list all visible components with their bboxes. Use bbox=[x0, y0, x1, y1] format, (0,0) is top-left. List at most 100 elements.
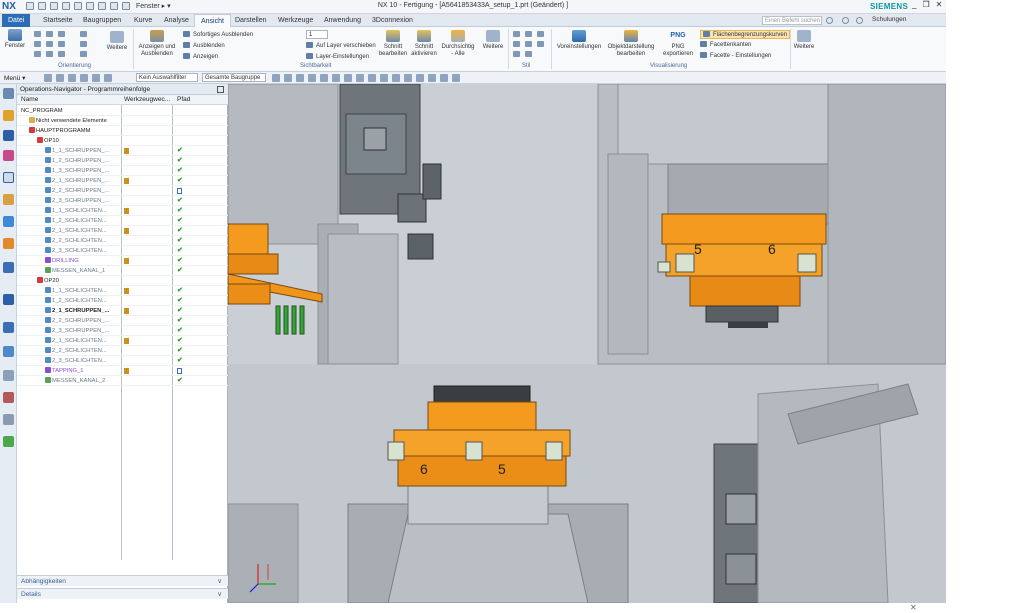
operation-row[interactable]: 2_1_SCHRUPPEN_... ✔ bbox=[17, 176, 228, 186]
tab-anwendung[interactable]: Anwendung bbox=[318, 14, 367, 27]
undo-icon[interactable] bbox=[38, 2, 46, 10]
facet-edges-item[interactable]: Facettenkanten bbox=[700, 41, 751, 48]
cut-icon[interactable] bbox=[62, 2, 70, 10]
maximize-icon[interactable] bbox=[217, 86, 224, 93]
column-path[interactable]: Pfad bbox=[177, 95, 190, 105]
partial-shaded-icon[interactable] bbox=[525, 51, 532, 57]
operation-row[interactable]: 2_3_SCHRUPPEN_... ✔ bbox=[17, 196, 228, 206]
clock-icon[interactable] bbox=[3, 322, 14, 333]
snap-center-icon[interactable] bbox=[296, 74, 304, 82]
tree-root-row[interactable]: NC_PROGRAM bbox=[17, 106, 228, 116]
schulungen-link[interactable]: Schulungen bbox=[872, 16, 906, 23]
facet-settings-item[interactable]: Facette - Einstellungen bbox=[700, 52, 771, 59]
face-boundary-curves-item[interactable]: Flächenbegrenzungskurven bbox=[700, 30, 791, 39]
program-group-row[interactable]: HAUPTPROGRAMM bbox=[17, 126, 228, 136]
lasso-icon[interactable] bbox=[368, 74, 376, 82]
restore-button[interactable]: ❐ bbox=[922, 0, 929, 9]
system-scenes-icon[interactable] bbox=[3, 414, 14, 425]
system-materials-icon[interactable] bbox=[3, 346, 14, 357]
rectangle-select-icon[interactable] bbox=[356, 74, 364, 82]
chevron-down-icon[interactable]: ∨ bbox=[217, 576, 222, 587]
view-right-icon[interactable] bbox=[58, 31, 65, 37]
visibility-more-button[interactable]: Weitere bbox=[480, 30, 506, 51]
pointer-icon[interactable] bbox=[104, 74, 112, 82]
section-view-icon[interactable] bbox=[440, 74, 448, 82]
settings-icon[interactable] bbox=[3, 88, 14, 99]
view-bottom-icon[interactable] bbox=[46, 41, 53, 47]
operation-row[interactable]: 2_1_SCHLICHTEN... ✔ bbox=[17, 336, 228, 346]
operation-row[interactable]: 1_1_SCHLICHTEN... ✔ bbox=[17, 206, 228, 216]
assembly-scope-select[interactable]: Gesamte Baugruppe bbox=[202, 73, 266, 82]
save-icon[interactable] bbox=[26, 2, 34, 10]
hide-item[interactable]: Ausblenden bbox=[183, 42, 225, 49]
static-wireframe-icon[interactable] bbox=[513, 51, 520, 57]
activate-section-button[interactable]: Schnitt aktivieren bbox=[410, 30, 438, 58]
program-order-icon[interactable] bbox=[3, 110, 14, 121]
shaded-edges-icon[interactable] bbox=[513, 31, 520, 37]
studio-icon[interactable] bbox=[525, 41, 532, 47]
snap-point-icon[interactable] bbox=[332, 74, 340, 82]
snap-endpoint-icon[interactable] bbox=[272, 74, 280, 82]
show-item[interactable]: Anzeigen bbox=[183, 53, 218, 60]
orientation-more-button[interactable]: Weitere bbox=[104, 31, 130, 52]
shaded-icon[interactable] bbox=[525, 31, 532, 37]
operation-row[interactable]: 2_1_SCHLICHTEN... ✔ bbox=[17, 226, 228, 236]
machine-tool-icon[interactable] bbox=[3, 130, 14, 141]
view-fit-icon[interactable] bbox=[58, 51, 65, 57]
zoom-icon[interactable] bbox=[80, 31, 87, 37]
operation-row[interactable]: 1_2_SCHLICHTEN... ✔ bbox=[17, 296, 228, 306]
window-menu[interactable]: Fenster ▸ ▾ bbox=[136, 2, 171, 10]
edit-object-display-button[interactable]: Objektdarstellung bearbeiten bbox=[606, 30, 656, 58]
visualization-more-button[interactable]: Weitere bbox=[792, 30, 816, 51]
pan-icon[interactable] bbox=[80, 51, 87, 57]
snap-arc-icon[interactable] bbox=[344, 74, 352, 82]
zoom-icon[interactable] bbox=[392, 74, 400, 82]
help-icon[interactable] bbox=[842, 17, 849, 24]
tab-3dconnexion[interactable]: 3Dconnexion bbox=[366, 14, 419, 27]
minimize-button[interactable]: _ bbox=[912, 0, 916, 9]
operation-row[interactable]: 1_2_SCHLICHTEN... ✔ bbox=[17, 216, 228, 226]
filter-icon[interactable] bbox=[80, 74, 88, 82]
tab-ansicht[interactable]: Ansicht bbox=[194, 14, 231, 27]
tab-darstellen[interactable]: Darstellen bbox=[229, 14, 273, 27]
column-tool-change[interactable]: Werkzeugwec... bbox=[124, 95, 170, 105]
png-export-button[interactable]: PNG PNG exportieren bbox=[660, 30, 696, 58]
view-fit-icon[interactable] bbox=[380, 74, 388, 82]
tab-kurve[interactable]: Kurve bbox=[128, 14, 158, 27]
view-iso-icon[interactable] bbox=[34, 51, 41, 57]
tab-datei[interactable]: Datei bbox=[2, 14, 31, 27]
home-icon[interactable] bbox=[856, 17, 863, 24]
program-group-row[interactable]: OP20 bbox=[17, 276, 228, 286]
touch-icon[interactable] bbox=[3, 436, 14, 447]
selection-icon[interactable] bbox=[110, 2, 118, 10]
reuse-library-icon[interactable] bbox=[3, 238, 14, 249]
instant-hide-item[interactable]: Sofortiges Ausblenden bbox=[183, 31, 253, 38]
switch-window-icon[interactable] bbox=[122, 2, 130, 10]
snap-icon[interactable] bbox=[68, 74, 76, 82]
tab-startseite[interactable]: Startseite bbox=[37, 14, 79, 27]
shading-icon[interactable] bbox=[416, 74, 424, 82]
move-to-layer-item[interactable]: Auf Layer verschieben bbox=[306, 42, 376, 49]
graphics-window[interactable]: 5 6 6 5 bbox=[228, 84, 946, 603]
command-search-input[interactable]: Einen Befehl suchen bbox=[762, 16, 822, 25]
operation-row[interactable]: 1_2_SCHRUPPEN_... ✔ bbox=[17, 156, 228, 166]
operation-navigator-icon[interactable] bbox=[3, 172, 14, 183]
machining-method-icon[interactable] bbox=[3, 194, 14, 205]
cad-scene[interactable]: 5 6 6 5 bbox=[228, 84, 946, 603]
view-front-icon[interactable] bbox=[34, 31, 41, 37]
edit-section-button[interactable]: Schnitt bearbeiten bbox=[378, 30, 408, 58]
transparent-all-button[interactable]: Durchsichtig - Alle bbox=[440, 30, 476, 58]
hidden-edges-icon[interactable] bbox=[513, 41, 520, 47]
preferences-button[interactable]: Voreinstellungen bbox=[556, 30, 602, 51]
copy-icon[interactable] bbox=[74, 2, 82, 10]
operation-row[interactable]: MESSEN_KANAL_2 ✔ bbox=[17, 376, 228, 386]
fenster-button[interactable]: Fenster bbox=[3, 29, 27, 50]
tab-baugruppen[interactable]: Baugruppen bbox=[77, 14, 127, 27]
snap-quadrant-icon[interactable] bbox=[308, 74, 316, 82]
dependencies-panel[interactable]: Abhängigkeiten ∨ bbox=[17, 575, 228, 586]
operation-row[interactable]: 2_3_SCHRUPPEN_... ✔ bbox=[17, 326, 228, 336]
render-style-icon[interactable] bbox=[428, 74, 436, 82]
part-navigator-icon[interactable] bbox=[3, 216, 14, 227]
layer-settings-item[interactable]: Layer-Einstellungen bbox=[306, 53, 369, 60]
wireframe-icon[interactable] bbox=[537, 31, 544, 37]
